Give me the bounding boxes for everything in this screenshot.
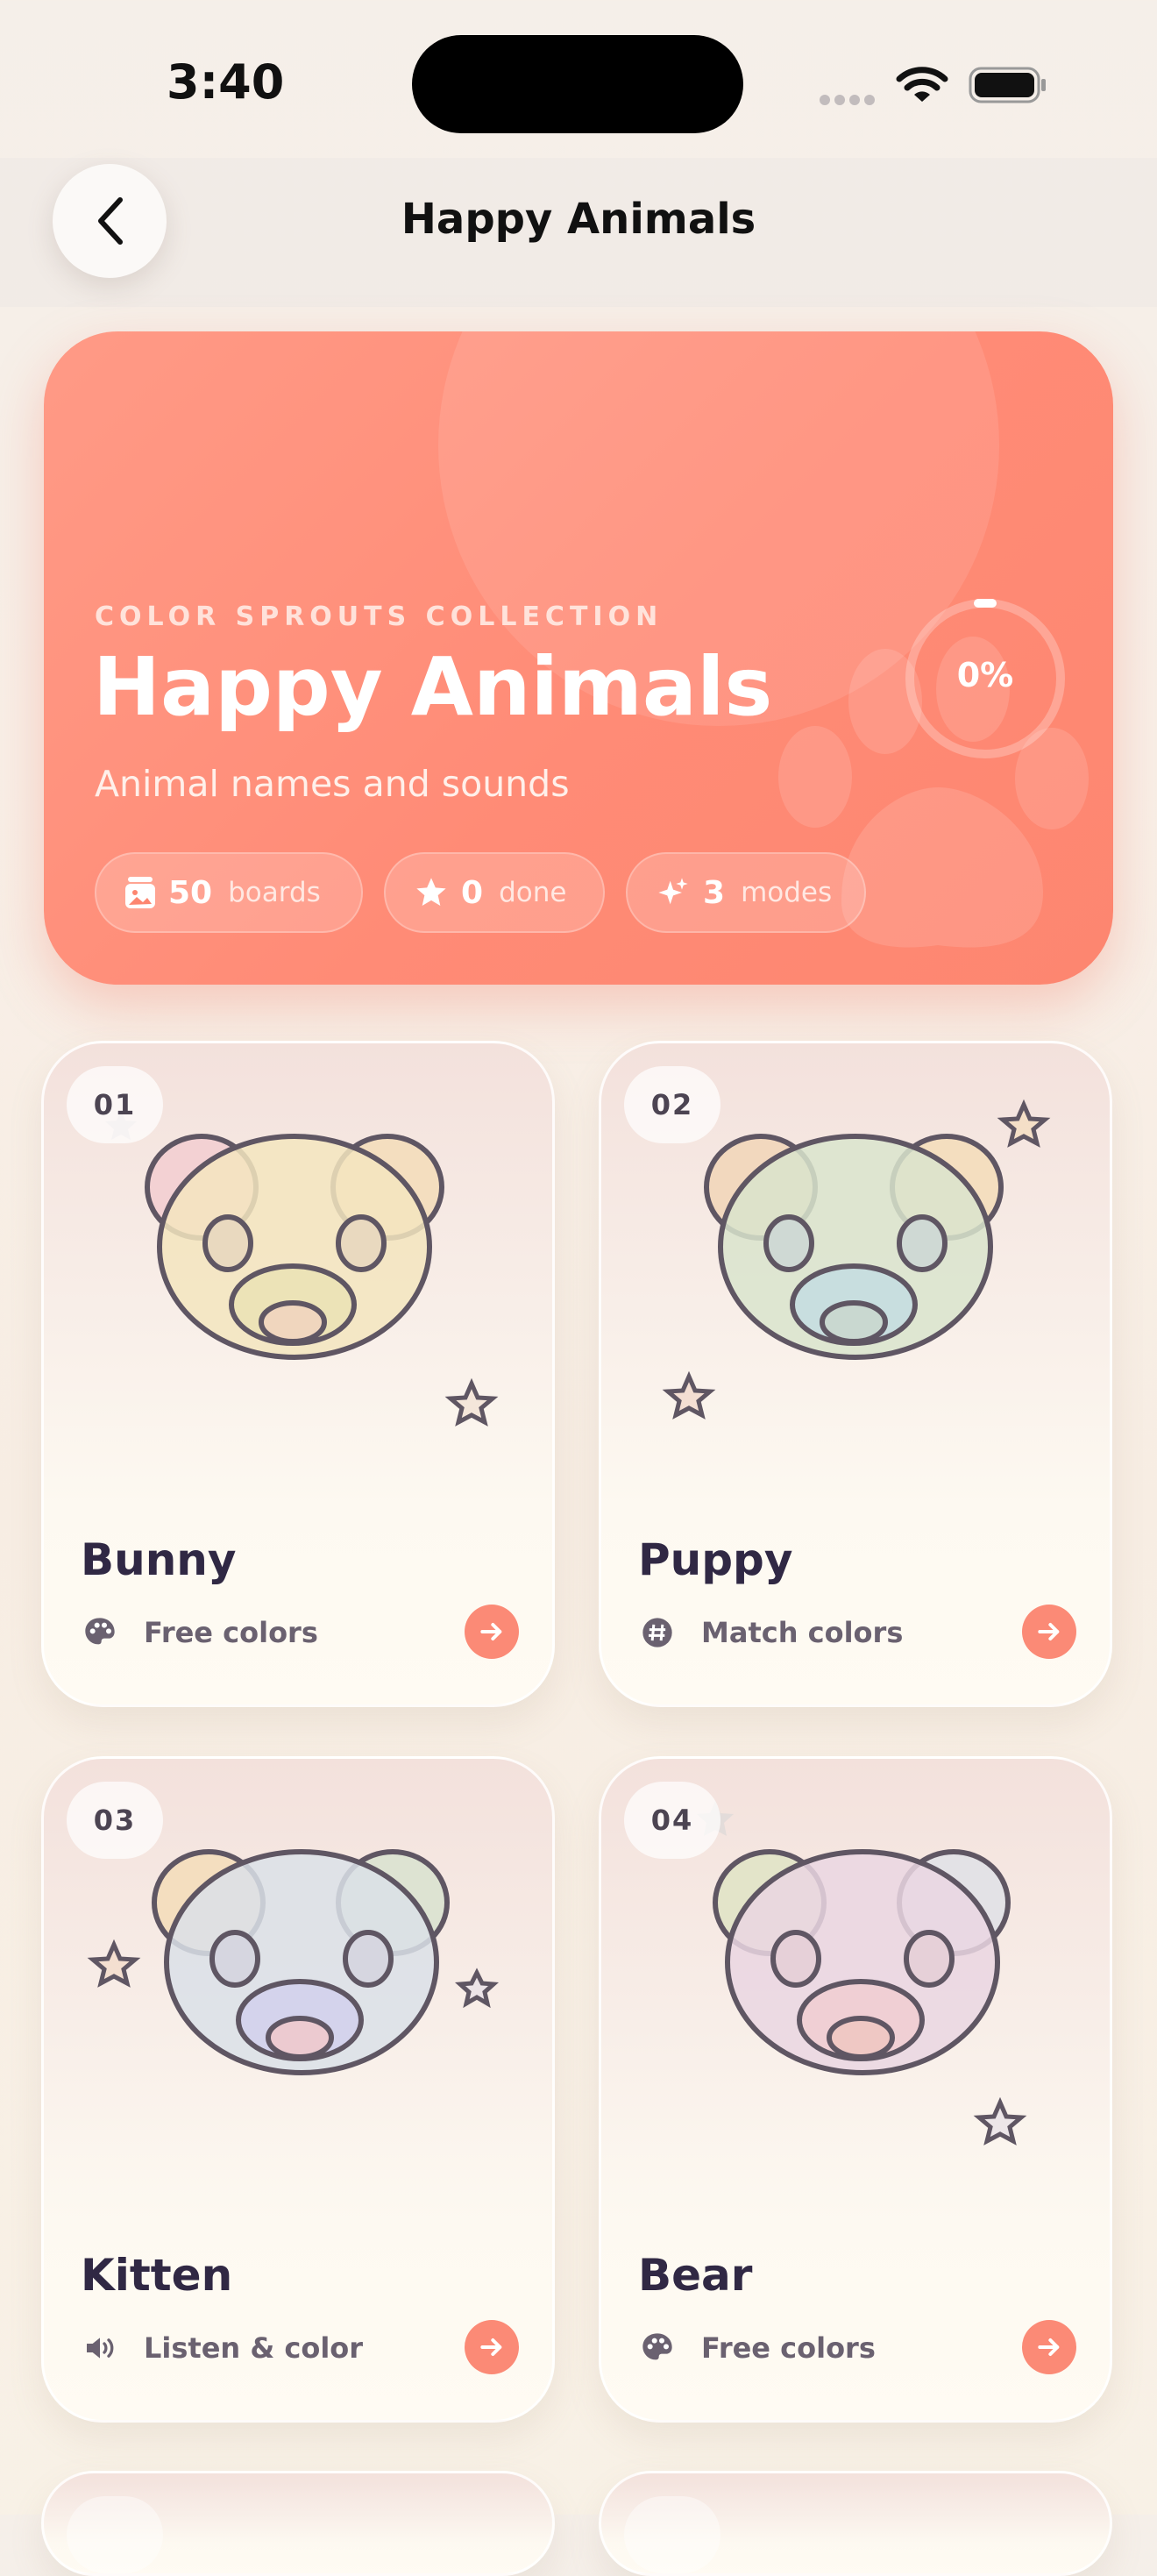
arrow-right-icon xyxy=(1038,2338,1060,2356)
open-board-button[interactable] xyxy=(465,2320,519,2374)
stat-boards: 50 boards xyxy=(95,852,363,933)
number-icon xyxy=(638,1613,677,1652)
collection-kicker: COLOR SPROUTS COLLECTION xyxy=(95,601,664,632)
stat-done: 0 done xyxy=(384,852,605,933)
board-number-placeholder xyxy=(624,2496,720,2573)
arrow-right-icon xyxy=(480,1623,502,1640)
board-mode: Match colors xyxy=(638,1613,903,1652)
board-mode: Free colors xyxy=(81,1613,318,1652)
board-mode-label: Free colors xyxy=(701,2331,876,2365)
palette-icon xyxy=(638,2329,677,2367)
board-number: 01 xyxy=(67,1066,163,1143)
status-time: 3:40 xyxy=(167,54,285,110)
open-board-button[interactable] xyxy=(465,1605,519,1659)
collection-subtitle: Animal names and sounds xyxy=(95,763,570,805)
board-mode-label: Match colors xyxy=(701,1616,904,1649)
board-mode-label: Free colors xyxy=(144,1616,318,1649)
coloring-board-card[interactable]: 01 Bunny Free colors xyxy=(41,1041,555,1707)
board-number-placeholder xyxy=(67,2496,163,2573)
stat-boards-label: boards xyxy=(228,877,321,908)
board-mode: Listen & color xyxy=(81,2329,363,2367)
coloring-board-card[interactable]: 03 Kitten Listen & color xyxy=(41,1756,555,2423)
stat-modes-label: modes xyxy=(741,877,833,908)
wifi-icon xyxy=(896,67,948,102)
board-mode: Free colors xyxy=(638,2329,876,2367)
coloring-board-card[interactable] xyxy=(599,2471,1112,2576)
coloring-board-card[interactable]: 02 Puppy Match colors xyxy=(599,1041,1112,1707)
status-bar: 3:40 xyxy=(0,0,1157,158)
coloring-board-card[interactable]: 04 Bear Free colors xyxy=(599,1756,1112,2423)
board-number: 04 xyxy=(624,1782,720,1859)
arrow-right-icon xyxy=(1038,1623,1060,1640)
coloring-board-card[interactable] xyxy=(41,2471,555,2576)
star-icon xyxy=(416,878,446,906)
stat-boards-value: 50 xyxy=(168,874,213,911)
dynamic-island xyxy=(412,35,743,133)
board-name: Bear xyxy=(638,2250,753,2301)
stat-done-label: done xyxy=(499,877,567,908)
board-number: 02 xyxy=(624,1066,720,1143)
open-board-button[interactable] xyxy=(1022,2320,1076,2374)
palette-icon xyxy=(81,1613,119,1652)
board-name: Bunny xyxy=(81,1534,237,1585)
battery-icon xyxy=(969,67,1046,103)
board-name: Kitten xyxy=(81,2250,233,2301)
collection-hero-card: COLOR SPROUTS COLLECTION Happy Animals A… xyxy=(44,331,1113,985)
board-number: 03 xyxy=(67,1782,163,1859)
speaker-icon xyxy=(81,2329,119,2367)
stat-done-value: 0 xyxy=(461,874,484,911)
progress-percent: 0% xyxy=(956,656,1014,694)
image-stack-icon xyxy=(125,877,155,908)
arrow-right-icon xyxy=(480,2338,502,2356)
signal-icon xyxy=(820,92,881,105)
progress-ring: 0% xyxy=(901,594,1069,763)
sparkles-icon xyxy=(658,878,688,905)
board-mode-label: Listen & color xyxy=(144,2331,364,2365)
nav-title: Happy Animals xyxy=(401,195,756,244)
board-name: Puppy xyxy=(638,1534,793,1585)
stat-modes: 3 modes xyxy=(626,852,866,933)
collection-title: Happy Animals xyxy=(93,640,773,734)
stat-modes-value: 3 xyxy=(703,874,726,911)
open-board-button[interactable] xyxy=(1022,1605,1076,1659)
